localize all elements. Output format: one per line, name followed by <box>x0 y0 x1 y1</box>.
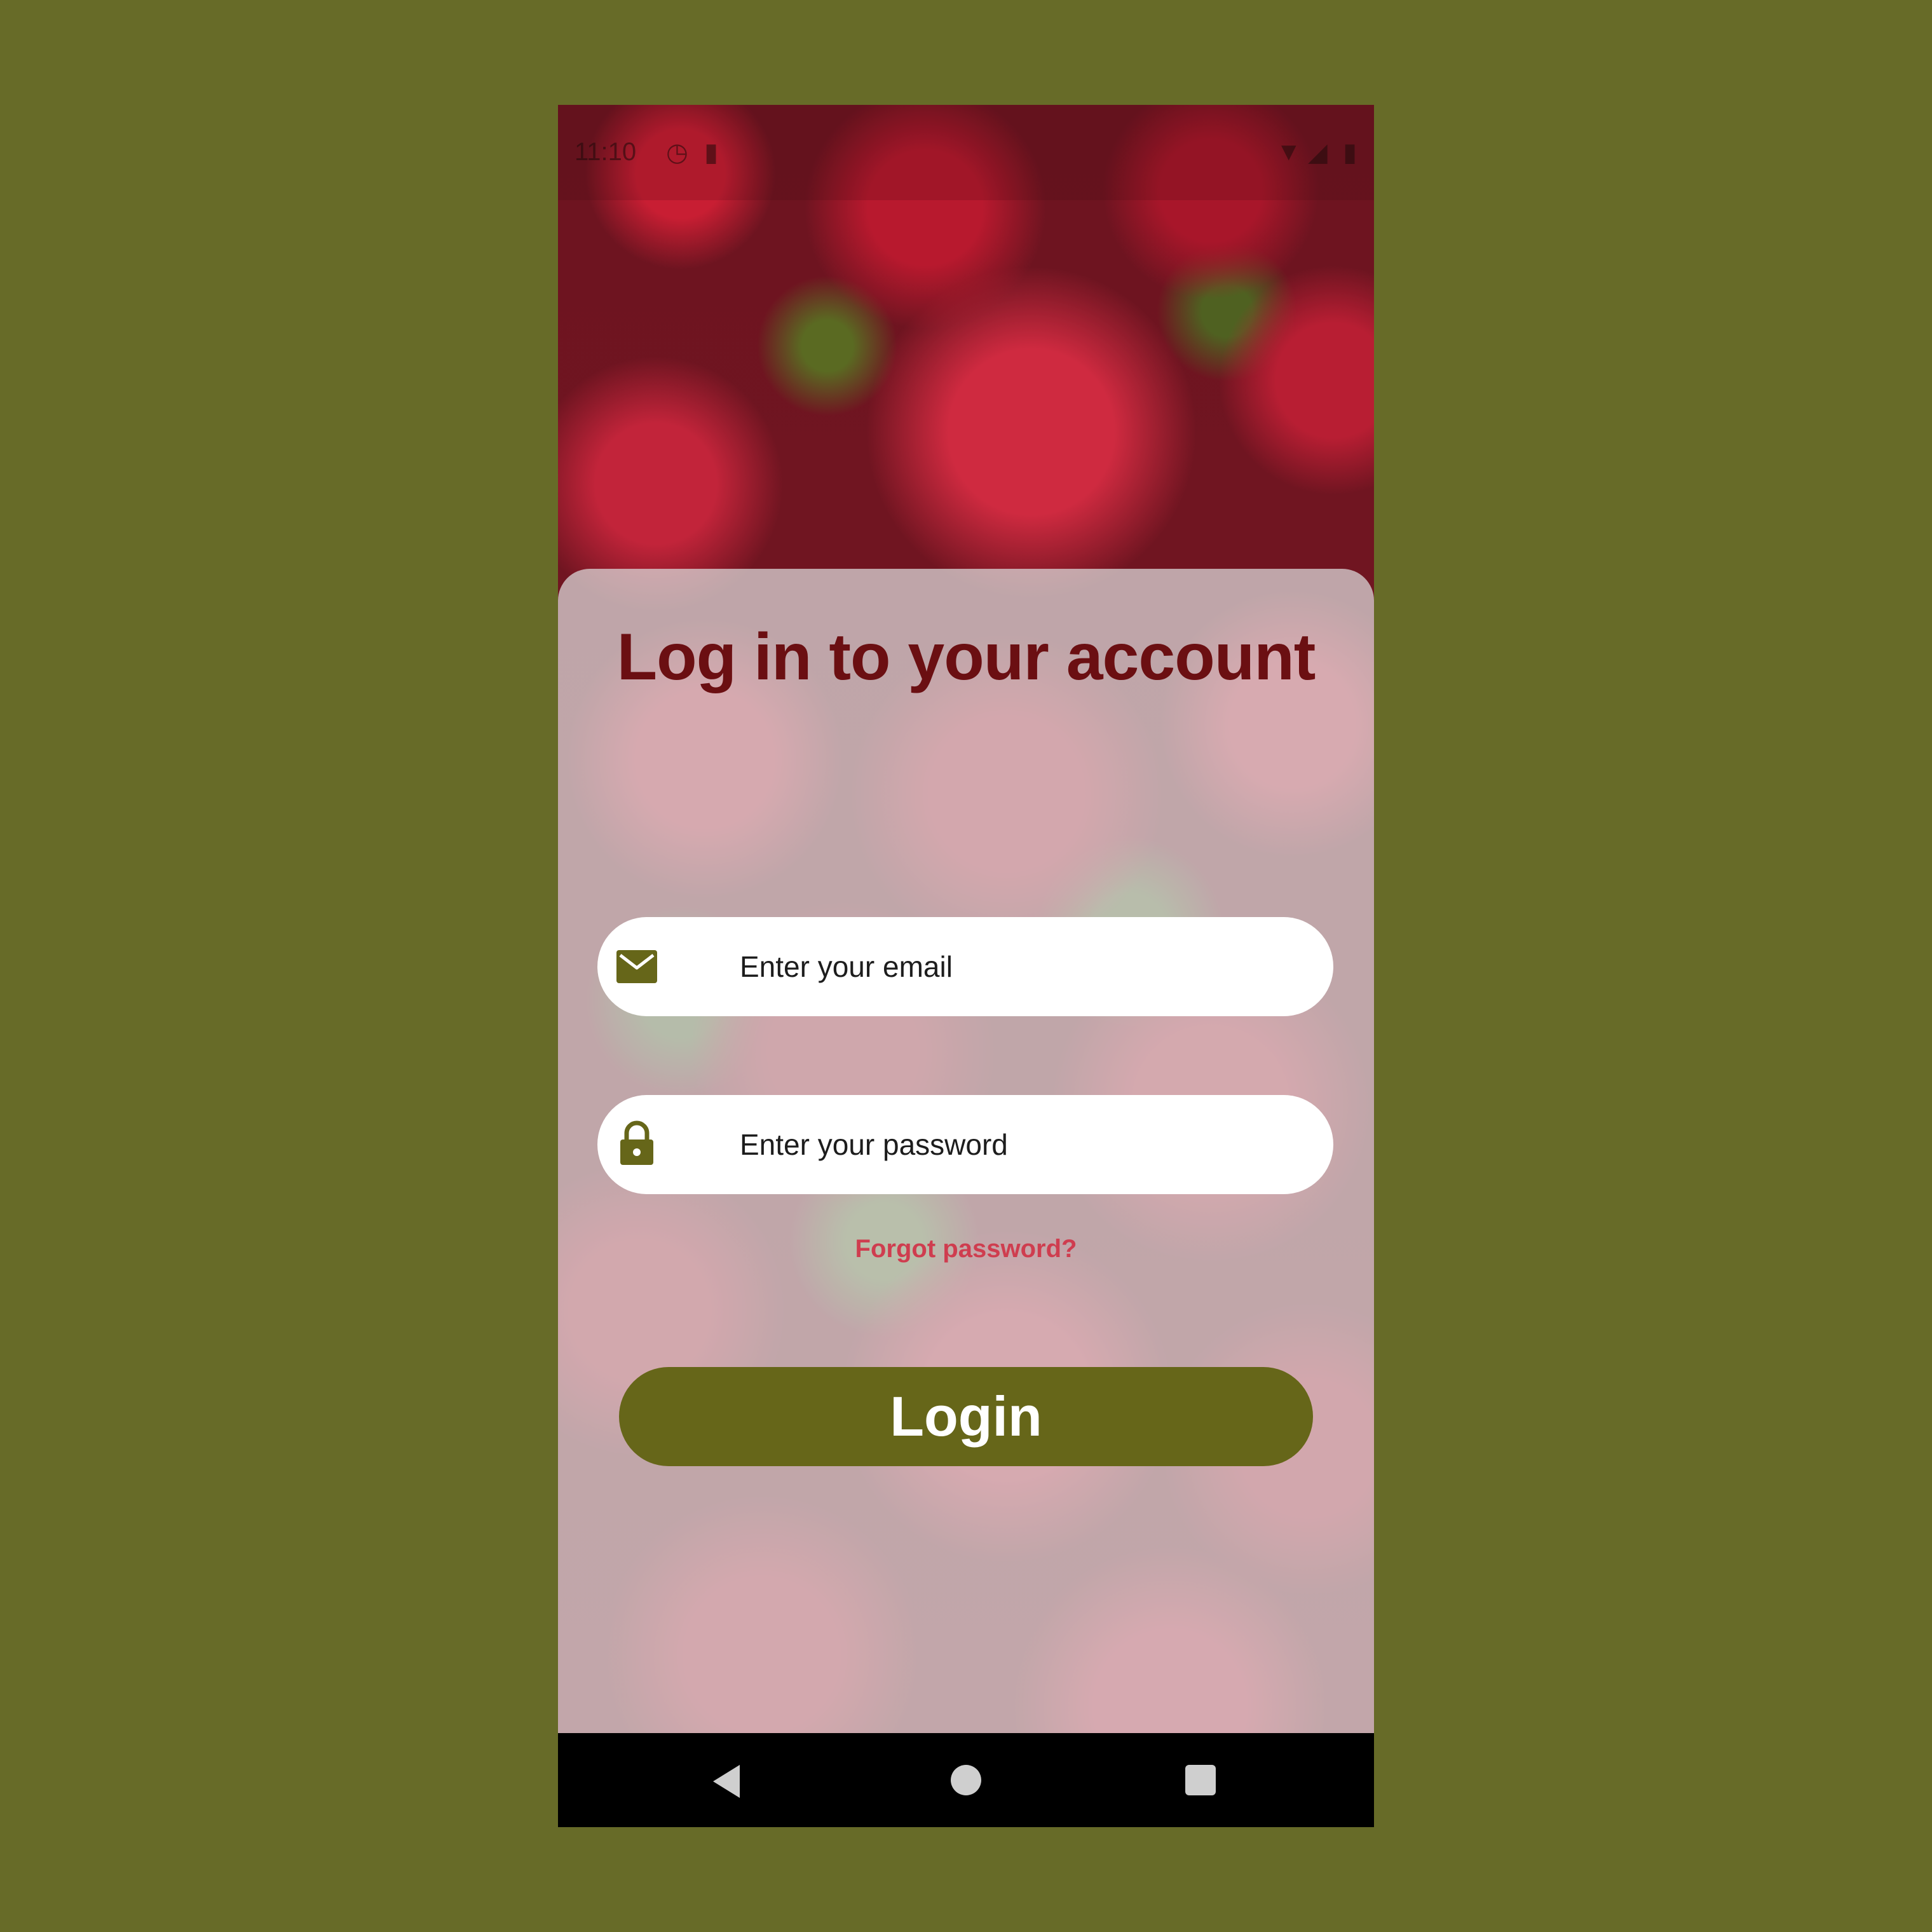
navigation-bar <box>558 1733 1374 1827</box>
back-icon[interactable] <box>713 1765 740 1798</box>
email-field[interactable] <box>597 917 1333 1016</box>
password-input[interactable] <box>740 1095 1312 1194</box>
status-notification-icon: ◷ <box>666 139 688 167</box>
mail-icon <box>616 948 657 986</box>
signal-icon: ◢ <box>1308 139 1328 167</box>
password-field[interactable] <box>597 1095 1333 1194</box>
home-icon[interactable] <box>951 1765 981 1795</box>
battery-icon: ▮ <box>1343 139 1357 167</box>
login-button[interactable]: Login <box>619 1367 1313 1466</box>
status-bar: 11:10 ◷ ▮ ▼ ◢ ▮ <box>558 105 1374 200</box>
phone-screen: 11:10 ◷ ▮ ▼ ◢ ▮ Log in to your account E… <box>558 105 1374 1827</box>
page-title: Log in to your account <box>616 620 1316 694</box>
status-time: 11:10 <box>575 138 637 166</box>
recents-icon[interactable] <box>1185 1765 1216 1795</box>
wifi-icon: ▼ <box>1276 138 1302 166</box>
login-sheet: Log in to your account Forgot password? <box>558 569 1374 1733</box>
status-sim-icon: ▮ <box>704 139 719 167</box>
forgot-password-link[interactable]: Forgot password? <box>558 1235 1374 1263</box>
lock-icon <box>616 1120 657 1166</box>
email-input[interactable] <box>740 917 1312 1016</box>
